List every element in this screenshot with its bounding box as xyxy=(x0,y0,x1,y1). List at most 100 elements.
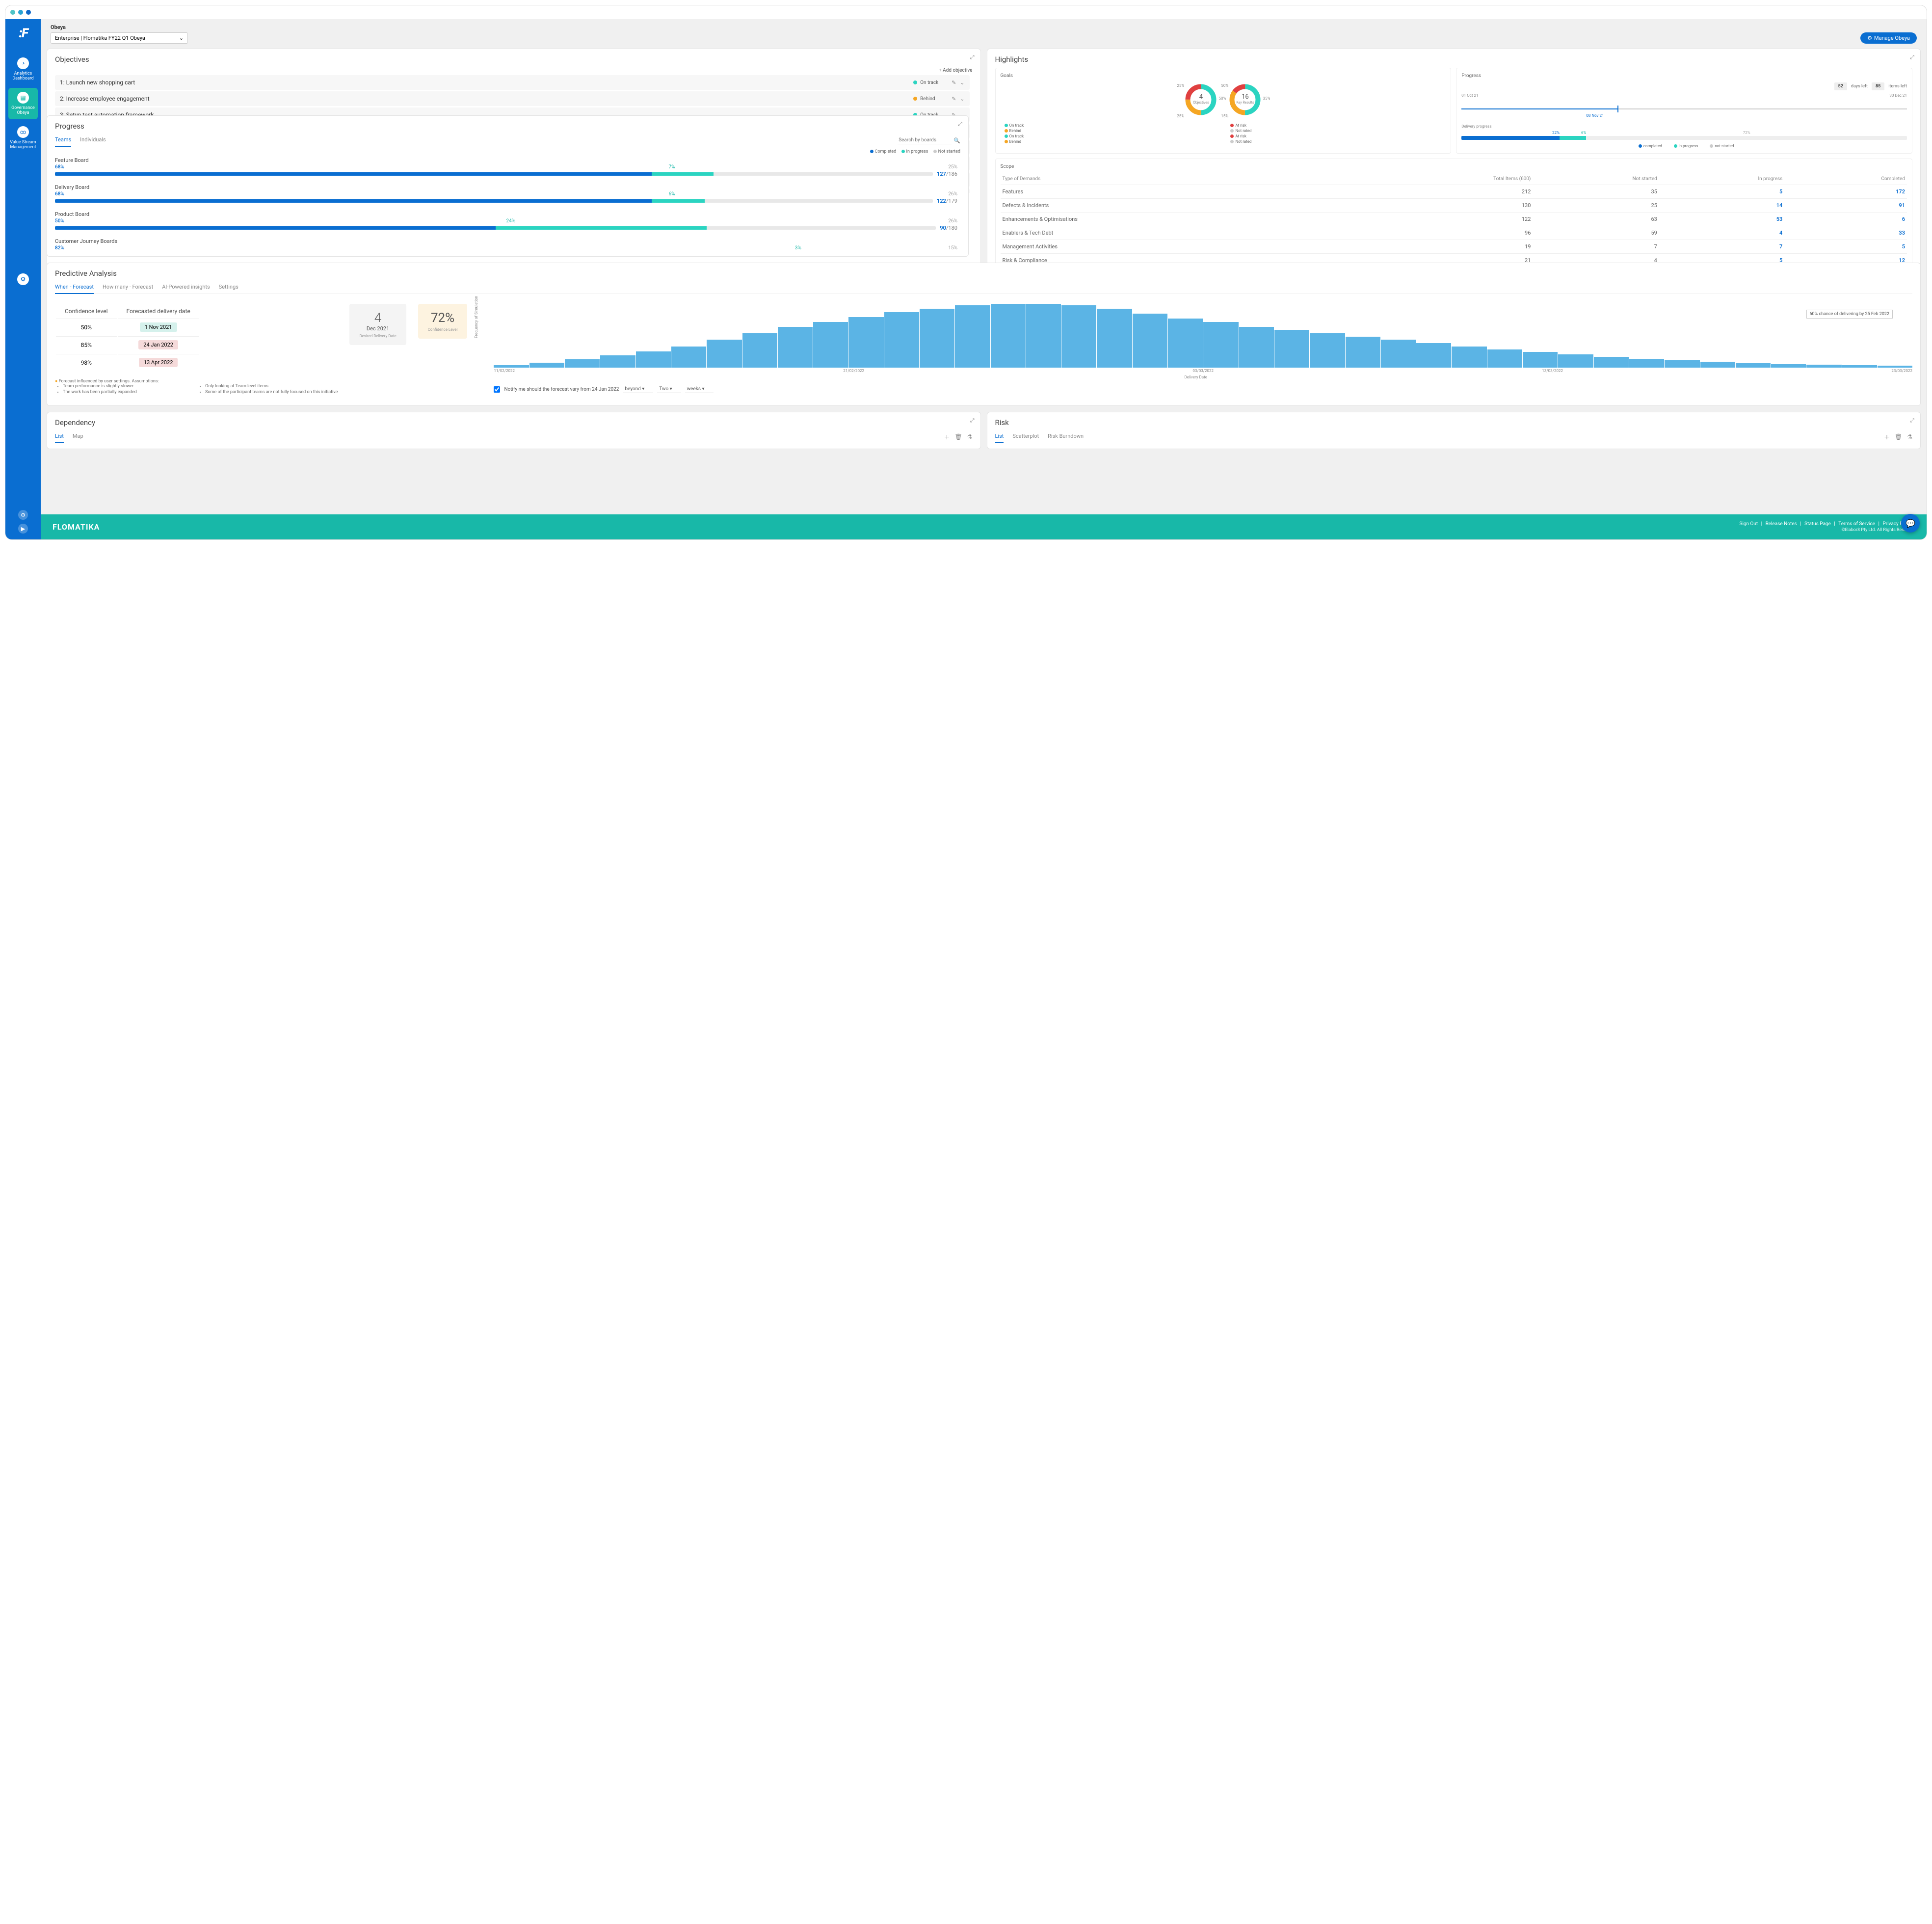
card-title: Objectives xyxy=(55,55,973,64)
card-title: Predictive Analysis xyxy=(55,269,1912,278)
chat-icon[interactable]: 💬 xyxy=(1901,514,1920,533)
obeya-select[interactable]: Enterprise | Flomatika FY22 Q1 Obeya ⌄ xyxy=(51,32,188,44)
add-icon[interactable]: ＋ xyxy=(1884,433,1890,441)
nav-analytics-dashboard[interactable]: ◔ Analytics Dashboard xyxy=(8,53,38,85)
scope-table: Type of DemandsTotal Items (600)Not star… xyxy=(1001,173,1907,267)
donut-label: Objectives xyxy=(1184,101,1218,105)
timeline-start: 01 Oct 21 xyxy=(1461,93,1478,98)
board-row: Customer Journey Boards 82% 3% 15% 108/1… xyxy=(55,238,957,250)
notify-select-amount[interactable]: Two ▾ xyxy=(657,385,681,393)
timeline: 08 Nov 21 xyxy=(1461,105,1907,116)
footer: FLOMATIKA Sign Out | Release Notes | Sta… xyxy=(41,514,1927,539)
scope-row: Enablers & Tech Debt9659 4 33 xyxy=(1001,226,1907,240)
status-text: On track xyxy=(920,80,948,85)
card-title: Highlights xyxy=(995,55,1913,64)
manage-obeya-label: Manage Obeya xyxy=(1874,35,1910,41)
chevron-down-icon[interactable]: ⌄ xyxy=(960,80,964,86)
edit-icon[interactable]: ✎ xyxy=(952,96,956,102)
days-left-label: days left xyxy=(1851,84,1868,89)
footer-logo: FLOMATIKA xyxy=(53,522,100,532)
footer-link[interactable]: Terms of Service xyxy=(1838,521,1875,527)
traffic-light[interactable] xyxy=(10,10,15,15)
obeya-icon: ▦ xyxy=(17,92,29,104)
card-title: Risk xyxy=(995,418,1913,427)
tab-individuals[interactable]: Individuals xyxy=(80,134,106,146)
search-icon[interactable]: 🔍 xyxy=(953,137,960,144)
expand-icon[interactable]: ⤢ xyxy=(1910,54,1914,61)
delete-icon[interactable]: 🗑 xyxy=(1895,433,1902,440)
desired-date-box: 4 Dec 2021 Desired Delivery Date xyxy=(349,304,406,345)
nav-label: Analytics Dashboard xyxy=(8,71,38,81)
window-titlebar xyxy=(5,5,1927,19)
traffic-light[interactable] xyxy=(18,10,23,15)
goals-box: Goals xyxy=(995,68,1452,154)
tab-risk-list[interactable]: List xyxy=(995,431,1004,443)
expand-icon[interactable]: ⤢ xyxy=(970,417,975,424)
tab-when-forecast[interactable]: When - Forecast xyxy=(55,282,94,294)
progress-box: Progress 52 days left 85 items left 01 O… xyxy=(1456,68,1912,154)
forecast-histogram: Frequency of Simulation 60% chance of de… xyxy=(479,304,1912,393)
objective-row[interactable]: 1: Launch new shopping cart On track ✎ ⌄ xyxy=(55,75,970,90)
donut-keyresults: 16 Key Results 50% 35% 15% xyxy=(1228,82,1262,118)
confidence-table: Confidence levelForecasted delivery date… xyxy=(55,304,200,372)
tab-dep-list[interactable]: List xyxy=(55,431,64,443)
status-text: Behind xyxy=(920,96,948,102)
footer-link[interactable]: Release Notes xyxy=(1766,521,1797,527)
notify-select-direction[interactable]: beyond ▾ xyxy=(623,385,653,393)
add-objective-button[interactable]: + Add objective xyxy=(939,68,972,73)
tab-risk-scatter[interactable]: Scatterplot xyxy=(1012,431,1039,443)
vsm-icon: ∞ xyxy=(17,126,29,138)
sidebar: :F ◔ Analytics Dashboard ▦ Governance Ob… xyxy=(5,19,41,539)
filter-icon[interactable]: ⚗ xyxy=(967,433,973,440)
donut-count: 4 xyxy=(1184,93,1218,101)
scope-row: Enhancements & Optimisations12263 53 6 xyxy=(1001,213,1907,226)
filter-icon[interactable]: ⚗ xyxy=(1907,433,1912,440)
highlights-card: ⤢ Highlights Goals xyxy=(987,49,1921,279)
notify-checkbox[interactable] xyxy=(494,386,500,393)
progress-card: ⤢ Progress Teams Individuals 🔍 xyxy=(47,115,969,257)
manage-obeya-button[interactable]: ⚙ Manage Obeya xyxy=(1860,32,1917,44)
scope-row: Features21235 5 172 xyxy=(1001,185,1907,199)
card-title: Progress xyxy=(55,122,960,131)
nav-value-stream[interactable]: ∞ Value Stream Management xyxy=(8,122,38,154)
status-dot xyxy=(913,80,917,84)
traffic-light[interactable] xyxy=(26,10,31,15)
expand-icon[interactable]: ⤢ xyxy=(958,121,962,128)
add-icon[interactable]: ＋ xyxy=(944,433,950,441)
tab-risk-burndown[interactable]: Risk Burndown xyxy=(1048,431,1084,443)
risk-card: ⤢ Risk List Scatterplot Risk Burndown ＋ … xyxy=(987,412,1921,449)
chevron-down-icon[interactable]: ⌄ xyxy=(960,96,964,102)
footer-copyright: ©Elabor8 Pty Ltd. All Rights Reserved xyxy=(1738,528,1915,533)
delete-icon[interactable]: 🗑 xyxy=(955,433,962,440)
tab-teams[interactable]: Teams xyxy=(55,134,71,147)
footer-link[interactable]: Sign Out xyxy=(1740,521,1758,527)
delivery-progress-title: Delivery progress xyxy=(1461,124,1907,129)
board-row: Delivery Board 68% 6% 26% 122/179 xyxy=(55,184,957,204)
search-boards-input[interactable] xyxy=(898,136,952,144)
dependency-card: ⤢ Dependency List Map ＋ 🗑 ⚗ xyxy=(47,412,981,449)
tab-settings[interactable]: Settings xyxy=(219,282,238,294)
notify-select-unit[interactable]: weeks ▾ xyxy=(685,385,714,393)
gear-icon[interactable]: ⚙ xyxy=(18,510,28,520)
edit-icon[interactable]: ✎ xyxy=(952,80,956,86)
donut-count: 16 xyxy=(1228,93,1262,101)
assumptions-list: Team performance is slightly slowerOnly … xyxy=(55,384,338,395)
scope-row: Defects & Incidents13025 14 91 xyxy=(1001,199,1907,213)
logo: :F xyxy=(19,26,27,41)
days-left-value: 52 xyxy=(1834,82,1847,90)
objective-row[interactable]: 2: Increase employee engagement Behind ✎… xyxy=(55,91,970,106)
scope-title: Scope xyxy=(1001,164,1907,169)
expand-icon[interactable]: ⤢ xyxy=(1910,417,1914,424)
chevron-down-icon: ⌄ xyxy=(179,35,184,41)
nav-governance-obeya[interactable]: ▦ Governance Obeya xyxy=(8,88,38,119)
timeline-end: 30 Dec 21 xyxy=(1889,93,1907,98)
analytics-icon: ◔ xyxy=(17,57,29,69)
histogram-tooltip: 60% chance of delivering by 25 Feb 2022 xyxy=(1806,310,1893,319)
tab-ai-insights[interactable]: AI-Powered insights xyxy=(162,282,210,294)
expand-icon[interactable]: ⤢ xyxy=(970,54,975,61)
settings-icon[interactable]: ⚙ xyxy=(17,273,29,285)
tab-howmany-forecast[interactable]: How many - Forecast xyxy=(103,282,153,294)
tab-dep-map[interactable]: Map xyxy=(73,431,83,443)
play-icon[interactable]: ▶ xyxy=(18,524,28,534)
footer-link[interactable]: Status Page xyxy=(1804,521,1831,527)
